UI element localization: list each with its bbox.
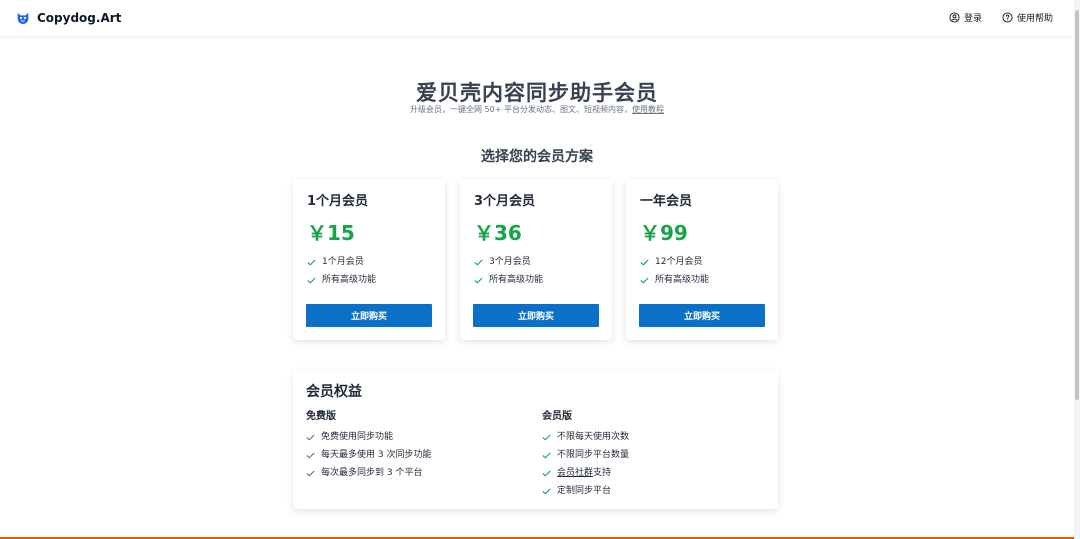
help-icon xyxy=(1002,12,1013,23)
plan-feature-item: 12个月会员 xyxy=(640,253,765,271)
benefits-title: 会员权益 xyxy=(306,384,362,400)
plan-feature-list: 1个月会员 所有高级功能 xyxy=(307,253,432,289)
login-label: 登录 xyxy=(963,14,982,24)
plan-feature-item: 3个月会员 xyxy=(474,253,599,271)
header-actions: 登录 使用帮助 xyxy=(949,11,1053,24)
check-icon xyxy=(474,259,483,265)
plan-feature-label: 所有高级功能 xyxy=(489,275,544,285)
plan-feature-item: 1个月会员 xyxy=(307,253,432,271)
plan-price: ￥15 xyxy=(307,221,355,245)
check-icon xyxy=(640,259,649,265)
check-icon xyxy=(306,434,315,440)
plan-price: ￥36 xyxy=(474,221,522,245)
page-subtitle: 升级会员，一键全网 50+ 平台分发动态、图文、短视频内容，使用教程 xyxy=(0,104,1074,115)
member-plan-title: 会员版 xyxy=(542,411,572,422)
check-icon xyxy=(542,470,551,476)
check-icon xyxy=(542,452,551,458)
member-benefit-item: 定制同步平台 xyxy=(542,482,762,500)
plan-feature-item: 所有高级功能 xyxy=(307,271,432,289)
buy-now-button[interactable]: 立即购买 xyxy=(639,304,765,327)
check-icon xyxy=(306,470,315,476)
check-icon xyxy=(640,277,649,283)
community-link[interactable]: 会员社群 xyxy=(557,468,593,478)
free-benefit-label: 免费使用同步功能 xyxy=(321,432,394,442)
login-link[interactable]: 登录 xyxy=(949,11,982,24)
plan-price: ￥99 xyxy=(640,221,688,245)
page-scrollbar[interactable] xyxy=(1074,0,1080,539)
member-benefit-item: 不限每天使用次数 xyxy=(542,428,762,446)
plan-feature-item: 所有高级功能 xyxy=(640,271,765,289)
plan-feature-label: 3个月会员 xyxy=(489,257,531,267)
free-benefit-label: 每次最多同步到 3 个平台 xyxy=(321,468,423,478)
free-benefit-item: 免费使用同步功能 xyxy=(306,428,526,446)
free-plan-title: 免费版 xyxy=(306,411,336,422)
brand-link[interactable]: Copydog.Art xyxy=(15,9,121,27)
member-benefit-item: 不限同步平台数量 xyxy=(542,446,762,464)
plan-feature-label: 12个月会员 xyxy=(655,257,703,267)
subtitle-text: 升级会员，一键全网 50+ 平台分发动态、图文、短视频内容， xyxy=(410,105,632,114)
dog-logo-icon xyxy=(17,12,29,24)
buy-now-button[interactable]: 立即购买 xyxy=(306,304,432,327)
member-benefit-label: 不限同步平台数量 xyxy=(557,450,630,460)
plan-feature-label: 所有高级功能 xyxy=(322,275,377,285)
plan-card-3-month: 3个月会员 ￥36 3个月会员 所有高级功能 立即购买 xyxy=(460,180,612,340)
top-navbar: Copydog.Art 登录 使用帮助 xyxy=(0,0,1074,36)
page-title: 爱贝壳内容同步助手会员 xyxy=(416,81,658,106)
plan-name: 一年会员 xyxy=(640,194,693,209)
help-link[interactable]: 使用帮助 xyxy=(1002,11,1053,24)
plan-card-1-year: 一年会员 ￥99 12个月会员 所有高级功能 立即购买 xyxy=(626,180,778,340)
plan-name: 1个月会员 xyxy=(307,194,369,209)
brand-name: Copydog.Art xyxy=(37,11,122,25)
check-icon xyxy=(306,452,315,458)
check-icon xyxy=(542,488,551,494)
free-benefit-label: 每天最多使用 3 次同步功能 xyxy=(321,450,432,460)
plans-section-title: 选择您的会员方案 xyxy=(481,148,593,165)
check-icon xyxy=(307,259,316,265)
member-benefits-column: 会员版 不限每天使用次数 不限同步平台数量 会员社群支持 定制同步平台 xyxy=(542,410,762,500)
check-icon xyxy=(474,277,483,283)
check-icon xyxy=(542,434,551,440)
community-support-text: 支持 xyxy=(593,468,612,478)
plan-feature-list: 3个月会员 所有高级功能 xyxy=(474,253,599,289)
free-benefits-column: 免费版 免费使用同步功能 每天最多使用 3 次同步功能 每次最多同步到 3 个平… xyxy=(306,410,526,482)
member-benefit-item: 会员社群支持 xyxy=(542,464,762,482)
check-icon xyxy=(307,277,316,283)
member-benefit-label: 会员社群支持 xyxy=(557,464,611,482)
tutorial-link[interactable]: 使用教程 xyxy=(632,105,664,114)
free-benefit-item: 每天最多使用 3 次同步功能 xyxy=(306,446,526,464)
plan-feature-label: 1个月会员 xyxy=(322,257,364,267)
member-benefits-card: 会员权益 免费版 免费使用同步功能 每天最多使用 3 次同步功能 每次最多同步到… xyxy=(293,371,778,509)
member-benefit-label: 不限每天使用次数 xyxy=(557,432,630,442)
member-benefit-label: 定制同步平台 xyxy=(557,486,612,496)
help-label: 使用帮助 xyxy=(1016,14,1053,24)
buy-now-button[interactable]: 立即购买 xyxy=(473,304,599,327)
page: Copydog.Art 登录 使用帮助 爱贝壳内容同步助手会员 升级会员，一键全… xyxy=(0,0,1080,539)
plan-feature-list: 12个月会员 所有高级功能 xyxy=(640,253,765,289)
plan-name: 3个月会员 xyxy=(474,194,536,209)
free-benefit-item: 每次最多同步到 3 个平台 xyxy=(306,464,526,482)
plan-feature-item: 所有高级功能 xyxy=(474,271,599,289)
scrollbar-thumb[interactable] xyxy=(1075,10,1079,400)
plan-card-1-month: 1个月会员 ￥15 1个月会员 所有高级功能 立即购买 xyxy=(293,180,445,340)
plan-feature-label: 所有高级功能 xyxy=(655,275,710,285)
user-icon xyxy=(949,12,960,23)
